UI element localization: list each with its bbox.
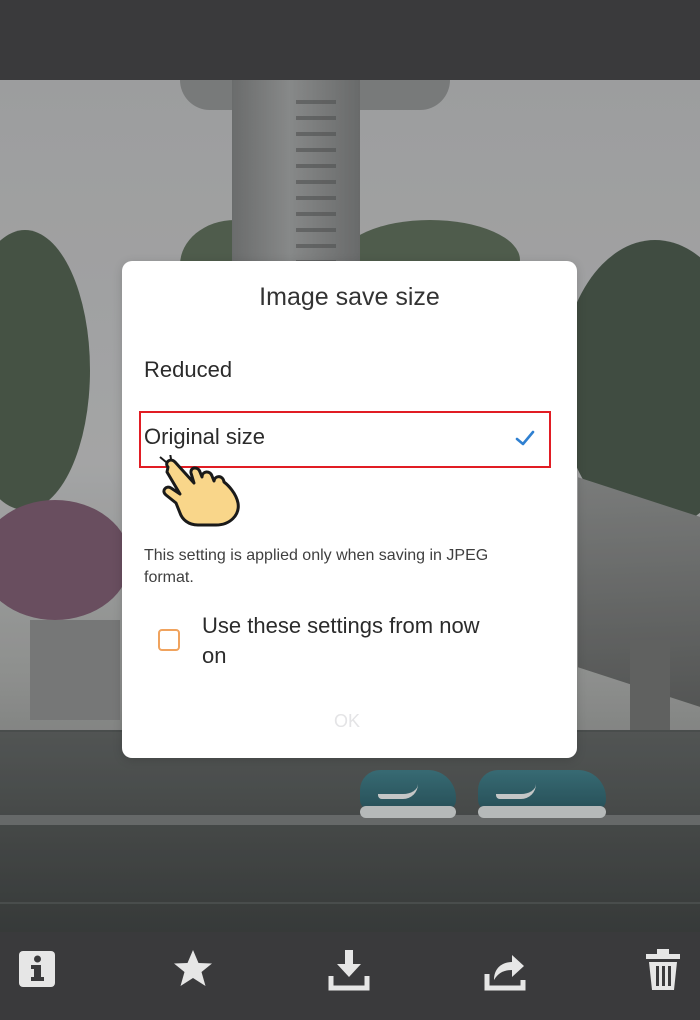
- download-icon: [328, 950, 370, 991]
- share-icon: [484, 955, 526, 991]
- dialog-title: Image save size: [259, 283, 440, 311]
- favorite-button[interactable]: [168, 944, 218, 994]
- star-icon: [174, 950, 212, 986]
- download-button[interactable]: [324, 944, 374, 994]
- use-settings-checkbox[interactable]: [158, 629, 180, 651]
- info-button[interactable]: [12, 944, 62, 994]
- trash-icon: [646, 949, 680, 990]
- checkmark-icon: [515, 430, 535, 446]
- delete-button[interactable]: [638, 944, 688, 994]
- top-bar: [0, 0, 700, 80]
- share-button[interactable]: [480, 944, 530, 994]
- ok-button[interactable]: OK: [302, 707, 392, 735]
- hand-pointer-icon: [159, 455, 240, 527]
- bottom-toolbar: [0, 932, 700, 1020]
- info-icon: [19, 951, 55, 987]
- option-reduced[interactable]: Reduced: [144, 357, 232, 383]
- jpeg-note: This setting is applied only when saving…: [144, 547, 489, 586]
- use-settings-label[interactable]: Use these settings from now on: [202, 611, 502, 671]
